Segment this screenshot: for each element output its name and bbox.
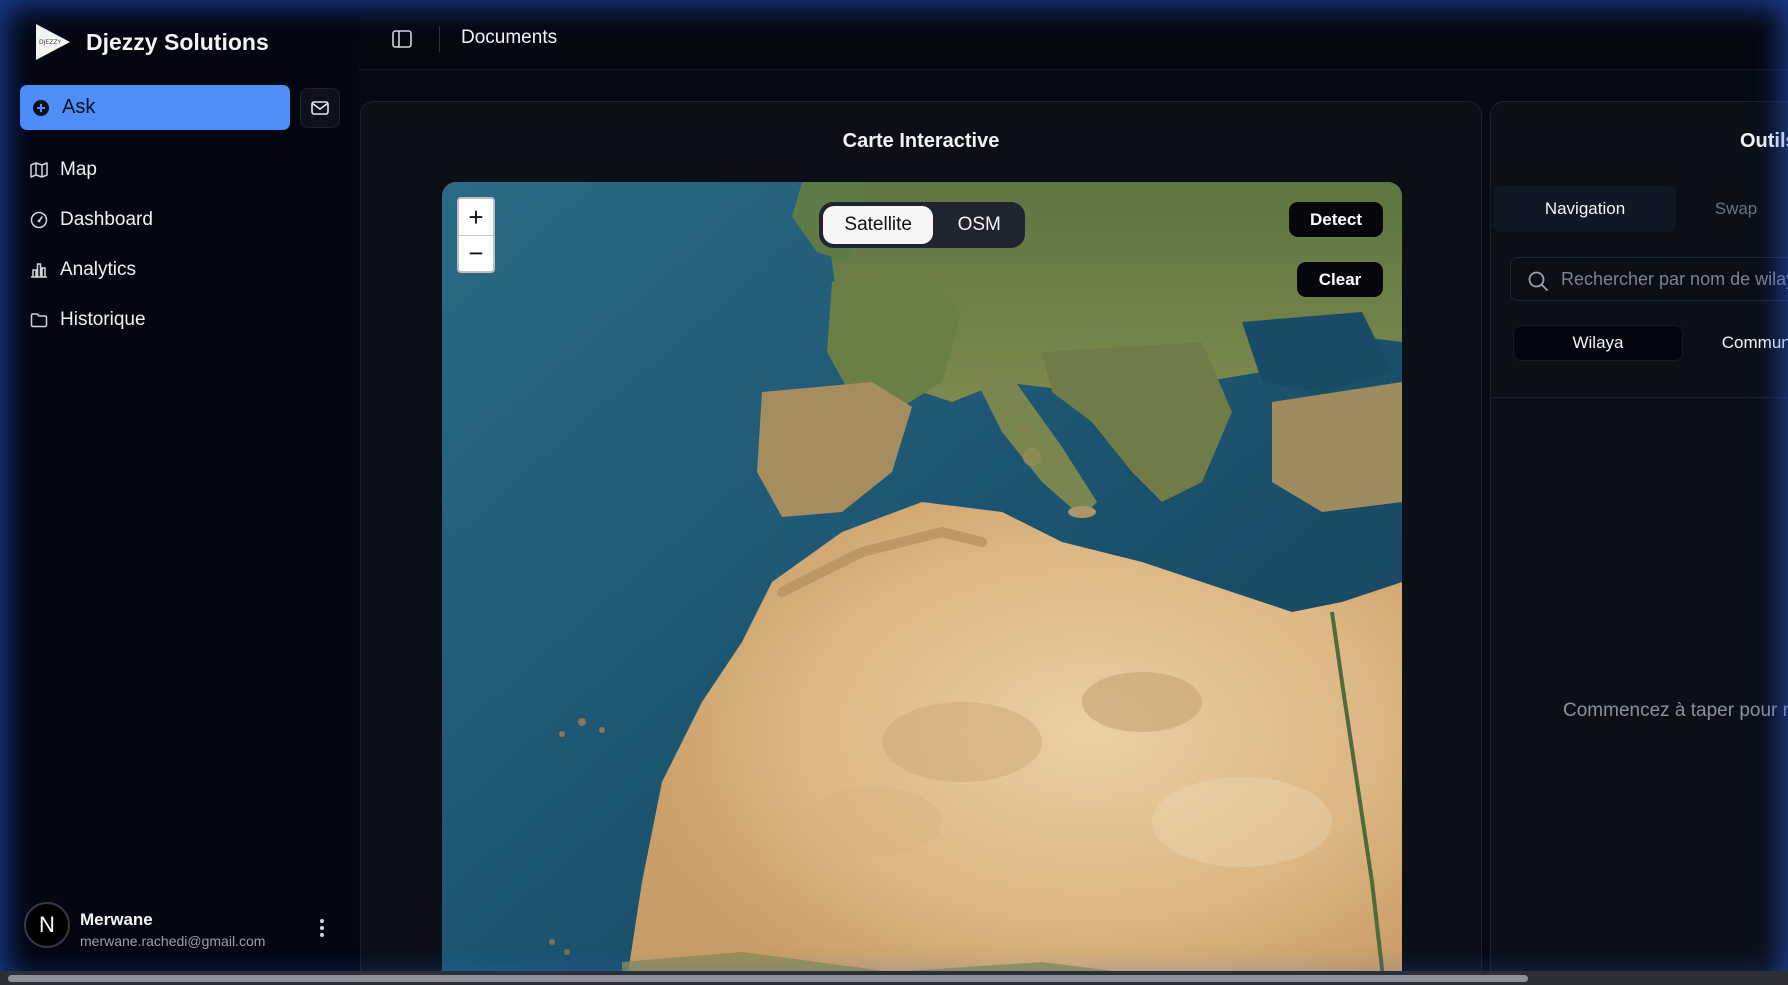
user-name: Merwane — [80, 910, 153, 929]
sidebar-item-label: Analytics — [60, 259, 137, 280]
panel-divider — [1491, 397, 1788, 398]
sidebar-toggle-icon[interactable] — [391, 28, 413, 50]
layer-osm-button[interactable]: OSM — [937, 206, 1021, 244]
clear-button[interactable]: Clear — [1297, 262, 1383, 297]
user-email: merwane.rachedi@gmail.com — [80, 933, 266, 949]
sidebar-item-historique[interactable]: Historique — [30, 295, 153, 345]
gauge-icon — [30, 211, 48, 229]
plus-circle-icon — [33, 99, 49, 116]
brand[interactable]: DJEZZY Djezzy Solutions — [32, 22, 269, 62]
avatar-initial: N — [39, 912, 55, 937]
map-card: Carte Interactive + − Satellite OSM Dete… — [360, 101, 1482, 985]
map-card-title: Carte Interactive — [842, 130, 1000, 152]
tab-navigation[interactable]: Navigation — [1494, 186, 1676, 232]
main-content: Documents Carte Interactive + − Satellit… — [359, 0, 1788, 985]
brand-logo-text: DJEZZY — [39, 39, 61, 46]
zoom-in-button[interactable]: + — [459, 199, 493, 235]
panel-tabs: Navigation Swap — [1494, 186, 1788, 232]
detect-button[interactable]: Detect — [1289, 202, 1383, 237]
bar-chart-icon — [31, 263, 47, 278]
empty-state-text: Commencez à taper pour rechercher — [1563, 700, 1788, 721]
mail-icon — [311, 101, 329, 115]
panel-title: Outils — [1740, 130, 1788, 152]
topbar-divider — [439, 26, 440, 52]
zoom-control: + − — [457, 197, 495, 273]
page-title: Documents — [461, 27, 558, 48]
sidebar-item-dashboard[interactable]: Dashboard — [30, 195, 153, 245]
brand-name: Djezzy Solutions — [86, 28, 269, 55]
search-type-tabs: Wilaya Commune — [1513, 325, 1788, 361]
inbox-button[interactable] — [300, 88, 340, 128]
sidebar-item-map[interactable]: Map — [30, 145, 153, 195]
sidebar-item-label: Dashboard — [60, 209, 153, 230]
topbar: Documents — [359, 0, 1788, 70]
zoom-out-button[interactable]: − — [459, 235, 493, 271]
layer-satellite-button[interactable]: Satellite — [823, 206, 934, 244]
map-icon — [30, 162, 48, 178]
search-input[interactable] — [1561, 258, 1788, 300]
sidebar: DJEZZY Djezzy Solutions Ask Map Dashboar… — [0, 0, 359, 971]
ask-button[interactable]: Ask — [20, 85, 290, 130]
brand-logo-icon: DJEZZY — [36, 24, 70, 60]
horizontal-scrollbar[interactable] — [0, 971, 1788, 985]
layer-toggle: Satellite OSM — [819, 202, 1025, 248]
satellite-map-image — [442, 182, 1402, 985]
tab-wilaya[interactable]: Wilaya — [1513, 325, 1683, 361]
scrollbar-thumb[interactable] — [8, 975, 1528, 982]
search-icon — [1528, 271, 1548, 291]
avatar: N — [24, 902, 70, 948]
sidebar-nav: Map Dashboard Analytics Historique — [30, 145, 153, 345]
sidebar-item-label: Map — [60, 159, 97, 180]
sidebar-item-label: Historique — [60, 309, 146, 330]
folder-icon — [30, 313, 48, 328]
interactive-map[interactable]: + − Satellite OSM Detect Clear — [442, 182, 1402, 985]
app-window: DJEZZY Djezzy Solutions Ask Map Dashboar… — [0, 0, 1788, 985]
sidebar-item-analytics[interactable]: Analytics — [30, 245, 153, 295]
search-box — [1510, 257, 1788, 301]
tab-commune[interactable]: Commune — [1691, 325, 1788, 361]
tab-swap[interactable]: Swap — [1676, 186, 1788, 232]
user-profile[interactable]: N Merwane merwane.rachedi@gmail.com — [24, 902, 344, 958]
more-vertical-icon[interactable] — [314, 916, 330, 940]
ask-label: Ask — [62, 96, 96, 118]
tools-panel: Outils Navigation Swap Wilaya Commune Co… — [1490, 101, 1788, 985]
